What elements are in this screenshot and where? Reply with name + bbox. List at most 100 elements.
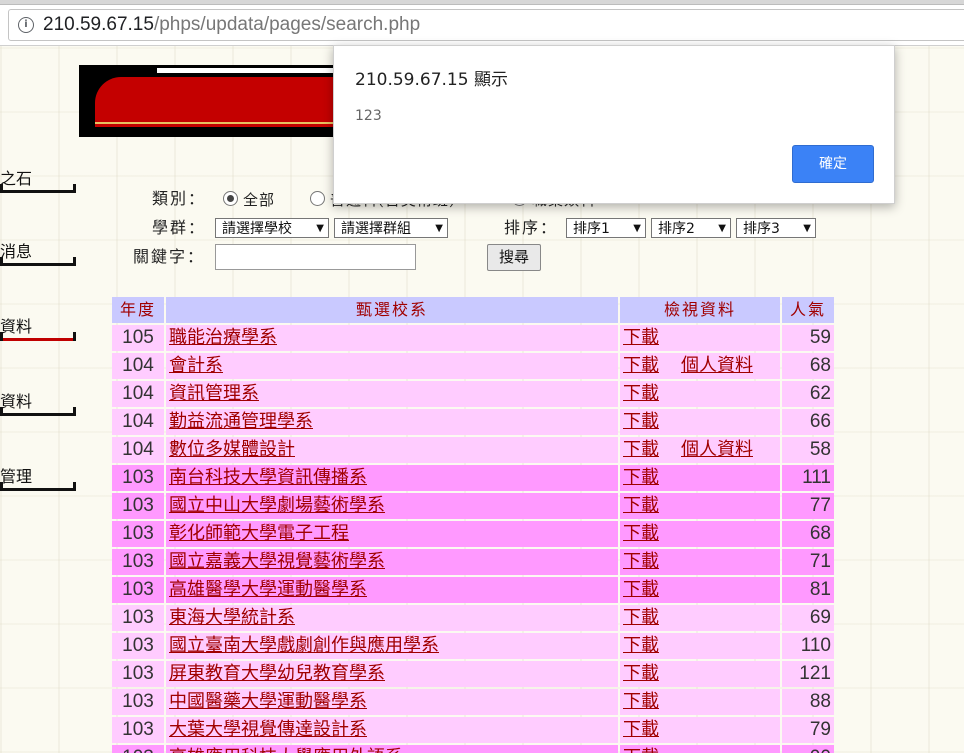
- profile-link[interactable]: 個人資料: [681, 439, 753, 460]
- year-cell: 103: [112, 689, 164, 715]
- view-data-cell: 下載: [620, 577, 780, 603]
- view-data-cell: 下載: [620, 661, 780, 687]
- group-label: 學群：: [152, 218, 207, 237]
- department-link[interactable]: 職能治療學系: [169, 327, 277, 348]
- download-link[interactable]: 下載: [623, 523, 659, 544]
- download-link[interactable]: 下載: [623, 439, 659, 460]
- department-link[interactable]: 國立中山大學劇場藝術學系: [169, 495, 385, 516]
- download-link[interactable]: 下載: [623, 467, 659, 488]
- download-link[interactable]: 下載: [623, 663, 659, 684]
- year-cell: 103: [112, 465, 164, 491]
- download-link[interactable]: 下載: [623, 383, 659, 404]
- popularity-cell: 66: [782, 409, 834, 435]
- department-cell: 國立嘉義大學視覺藝術學系: [166, 549, 618, 575]
- department-cell: 國立中山大學劇場藝術學系: [166, 493, 618, 519]
- sort-select-1[interactable]: 排序1 ▼: [566, 218, 646, 238]
- table-row: 104 會計系 下載 個人資料 68: [112, 353, 834, 379]
- table-row: 103 南台科技大學資訊傳播系 下載 111: [112, 465, 834, 491]
- sidebar-item-2[interactable]: 資料: [0, 318, 78, 348]
- view-data-cell: 下載: [620, 381, 780, 407]
- table-row: 103 彰化師範大學電子工程 下載 68: [112, 521, 834, 547]
- download-link[interactable]: 下載: [623, 691, 659, 712]
- url-omnibox[interactable]: i 210.59.67.15/phps/updata/pages/search.…: [8, 9, 964, 41]
- popularity-cell: 77: [782, 493, 834, 519]
- department-link[interactable]: 高雄醫學大學運動醫學系: [169, 579, 367, 600]
- download-link[interactable]: 下載: [623, 747, 659, 753]
- profile-link[interactable]: 個人資料: [681, 355, 753, 376]
- category-radio-general[interactable]: [310, 191, 325, 206]
- sidebar-item-3[interactable]: 資料: [0, 393, 78, 423]
- download-link[interactable]: 下載: [623, 719, 659, 740]
- popularity-cell: 81: [782, 577, 834, 603]
- year-cell: 103: [112, 745, 164, 753]
- info-icon[interactable]: i: [18, 17, 34, 33]
- download-link[interactable]: 下載: [623, 635, 659, 656]
- view-data-cell: 下載: [620, 633, 780, 659]
- sidebar-underline: [0, 332, 76, 341]
- department-link[interactable]: 南台科技大學資訊傳播系: [169, 467, 367, 488]
- department-link[interactable]: 會計系: [169, 355, 223, 376]
- download-link[interactable]: 下載: [623, 495, 659, 516]
- department-link[interactable]: 高雄應用科技大學應用外語系: [169, 747, 403, 753]
- download-link[interactable]: 下載: [623, 579, 659, 600]
- sidebar-item-0[interactable]: 之石: [0, 170, 78, 200]
- department-link[interactable]: 東海大學統計系: [169, 607, 295, 628]
- department-cell: 屏東教育大學幼兒教育學系: [166, 661, 618, 687]
- school-select[interactable]: 請選擇學校 ▼: [215, 218, 329, 238]
- department-link[interactable]: 勤益流通管理學系: [169, 411, 313, 432]
- table-row: 103 國立嘉義大學視覺藝術學系 下載 71: [112, 549, 834, 575]
- chevron-down-icon: ▼: [316, 223, 324, 234]
- download-link[interactable]: 下載: [623, 355, 659, 376]
- category-label: 類別：: [152, 189, 207, 208]
- url-host: 210.59.67.15: [43, 14, 154, 35]
- department-cell: 資訊管理系: [166, 381, 618, 407]
- table-row: 104 勤益流通管理學系 下載 66: [112, 409, 834, 435]
- department-link[interactable]: 大葉大學視覺傳達設計系: [169, 719, 367, 740]
- popularity-cell: 111: [782, 465, 834, 491]
- department-cell: 高雄醫學大學運動醫學系: [166, 577, 618, 603]
- category-radio-all[interactable]: [223, 191, 238, 206]
- year-cell: 103: [112, 521, 164, 547]
- view-data-cell: 下載: [620, 717, 780, 743]
- download-link[interactable]: 下載: [623, 327, 659, 348]
- year-cell: 104: [112, 409, 164, 435]
- search-button[interactable]: 搜尋: [487, 244, 541, 271]
- sort-select-2[interactable]: 排序2 ▼: [651, 218, 731, 238]
- download-link[interactable]: 下載: [623, 607, 659, 628]
- dialog-ok-button[interactable]: 確定: [792, 145, 874, 183]
- department-link[interactable]: 屏東教育大學幼兒教育學系: [169, 663, 385, 684]
- sidebar-item-label: 管理: [0, 467, 33, 486]
- dialog-message: 123: [355, 108, 382, 124]
- address-bar: i 210.59.67.15/phps/updata/pages/search.…: [0, 5, 964, 46]
- year-cell: 103: [112, 717, 164, 743]
- sort-select-3[interactable]: 排序3 ▼: [736, 218, 816, 238]
- view-data-cell: 下載: [620, 465, 780, 491]
- table-row: 104 數位多媒體設計 下載 個人資料 58: [112, 437, 834, 463]
- download-link[interactable]: 下載: [623, 551, 659, 572]
- sidebar-item-4[interactable]: 管理: [0, 468, 78, 498]
- department-link[interactable]: 中國醫藥大學運動醫學系: [169, 691, 367, 712]
- view-data-cell: 下載: [620, 605, 780, 631]
- year-cell: 103: [112, 633, 164, 659]
- department-link[interactable]: 數位多媒體設計: [169, 439, 295, 460]
- keyword-input[interactable]: [215, 244, 416, 270]
- group-select[interactable]: 請選擇群組 ▼: [334, 218, 448, 238]
- sidebar-item-label: 之石: [0, 169, 33, 188]
- department-link[interactable]: 彰化師範大學電子工程: [169, 523, 349, 544]
- sidebar-underline: [0, 184, 76, 193]
- sidebar-item-1[interactable]: 消息: [0, 243, 78, 273]
- chevron-down-icon: ▼: [803, 223, 811, 234]
- department-link[interactable]: 資訊管理系: [169, 383, 259, 404]
- url-text[interactable]: 210.59.67.15/phps/updata/pages/search.ph…: [43, 14, 420, 36]
- department-link[interactable]: 國立嘉義大學視覺藝術學系: [169, 551, 385, 572]
- year-cell: 105: [112, 325, 164, 351]
- keyword-label: 關鍵字：: [133, 247, 206, 266]
- department-link[interactable]: 國立臺南大學戲劇創作與應用學系: [169, 635, 439, 656]
- results-table: 年度 甄選校系 檢視資料 人氣 105 職能治療學系 下載 59 104 會計系 下載 個人資…: [110, 295, 836, 753]
- view-data-cell: 下載: [620, 325, 780, 351]
- view-data-cell: 下載: [620, 493, 780, 519]
- table-row: 103 中國醫藥大學運動醫學系 下載 88: [112, 689, 834, 715]
- download-link[interactable]: 下載: [623, 411, 659, 432]
- department-cell: 國立臺南大學戲劇創作與應用學系: [166, 633, 618, 659]
- url-path: /phps/updata/pages/search.php: [153, 14, 421, 35]
